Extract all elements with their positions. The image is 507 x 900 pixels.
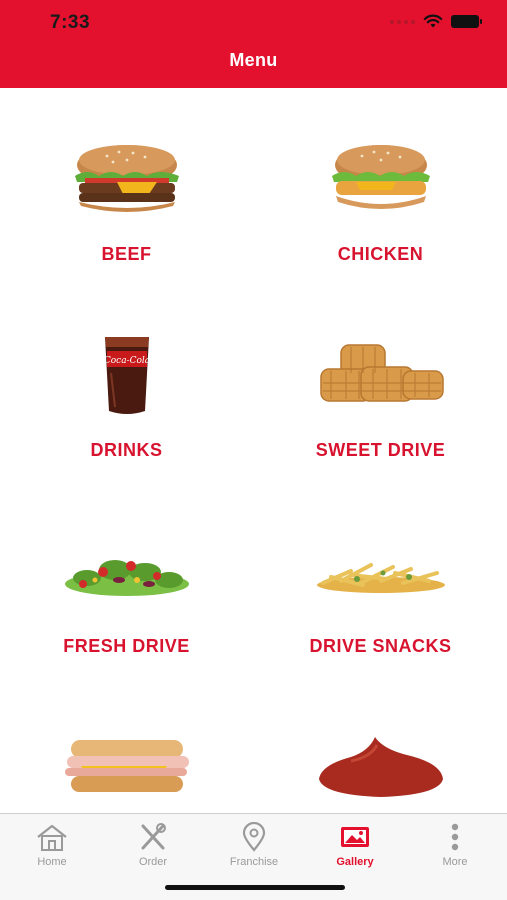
- tab-gallery[interactable]: Gallery: [305, 822, 405, 878]
- wifi-icon: [423, 14, 443, 28]
- menu-item-beef[interactable]: BEEF: [0, 88, 253, 284]
- menu-item-label: DRIVE SNACKS: [309, 636, 452, 656]
- chicken-burger-image: [254, 128, 507, 228]
- tab-label: More: [442, 856, 468, 868]
- svg-text:Coca-Cola: Coca-Cola: [103, 356, 149, 366]
- tab-order[interactable]: Order: [103, 822, 203, 878]
- battery-icon: [451, 15, 482, 28]
- fork-knife-icon: [137, 822, 169, 852]
- fries-image: [254, 520, 507, 620]
- gallery-icon: [339, 822, 371, 852]
- tab-label: Franchise: [229, 856, 279, 868]
- location-pin-icon: [242, 822, 266, 852]
- tab-label: Home: [37, 856, 67, 868]
- home-icon: [35, 822, 69, 852]
- menu-item-sweet-drive[interactable]: SWEET DRIVE: [254, 284, 507, 480]
- menu-item-label: DRINKS: [90, 440, 163, 460]
- menu-item-drive-snacks[interactable]: DRIVE SNACKS: [254, 480, 507, 676]
- menu-item-drinks[interactable]: Coca-Cola DRINKS: [0, 284, 253, 480]
- menu-item-label: BEEF: [101, 244, 152, 264]
- status-icons: [390, 14, 482, 29]
- menu-grid: BEEF CHICKEN Coca-Cola DRINKS SWEET DRIV…: [0, 88, 507, 813]
- more-dots-icon: [450, 822, 460, 852]
- sauce-image: [254, 716, 507, 813]
- tab-home[interactable]: Home: [2, 822, 102, 878]
- menu-item-label: FRESH DRIVE: [63, 636, 190, 656]
- page-title: Menu: [229, 50, 278, 70]
- menu-item-sauce[interactable]: [254, 676, 507, 813]
- sandwich-image: [0, 716, 253, 813]
- tab-more[interactable]: More: [405, 822, 505, 878]
- tab-label: Order: [138, 856, 168, 868]
- menu-item-sandwich[interactable]: [0, 676, 253, 813]
- waffles-image: [254, 324, 507, 424]
- tab-franchise[interactable]: Franchise: [204, 822, 304, 878]
- salad-image: [0, 520, 253, 620]
- home-indicator: [165, 885, 345, 890]
- app-header: 7:33 Menu: [0, 0, 507, 88]
- status-time: 7:33: [50, 12, 91, 33]
- menu-item-label: CHICKEN: [337, 244, 424, 264]
- signal-dots-icon: [390, 19, 415, 24]
- menu-item-label: SWEET DRIVE: [315, 440, 446, 460]
- cola-glass-image: Coca-Cola: [0, 324, 253, 424]
- tab-label: Gallery: [336, 856, 374, 868]
- beef-burger-image: [0, 128, 253, 228]
- menu-item-chicken[interactable]: CHICKEN: [254, 88, 507, 284]
- menu-item-fresh-drive[interactable]: FRESH DRIVE: [0, 480, 253, 676]
